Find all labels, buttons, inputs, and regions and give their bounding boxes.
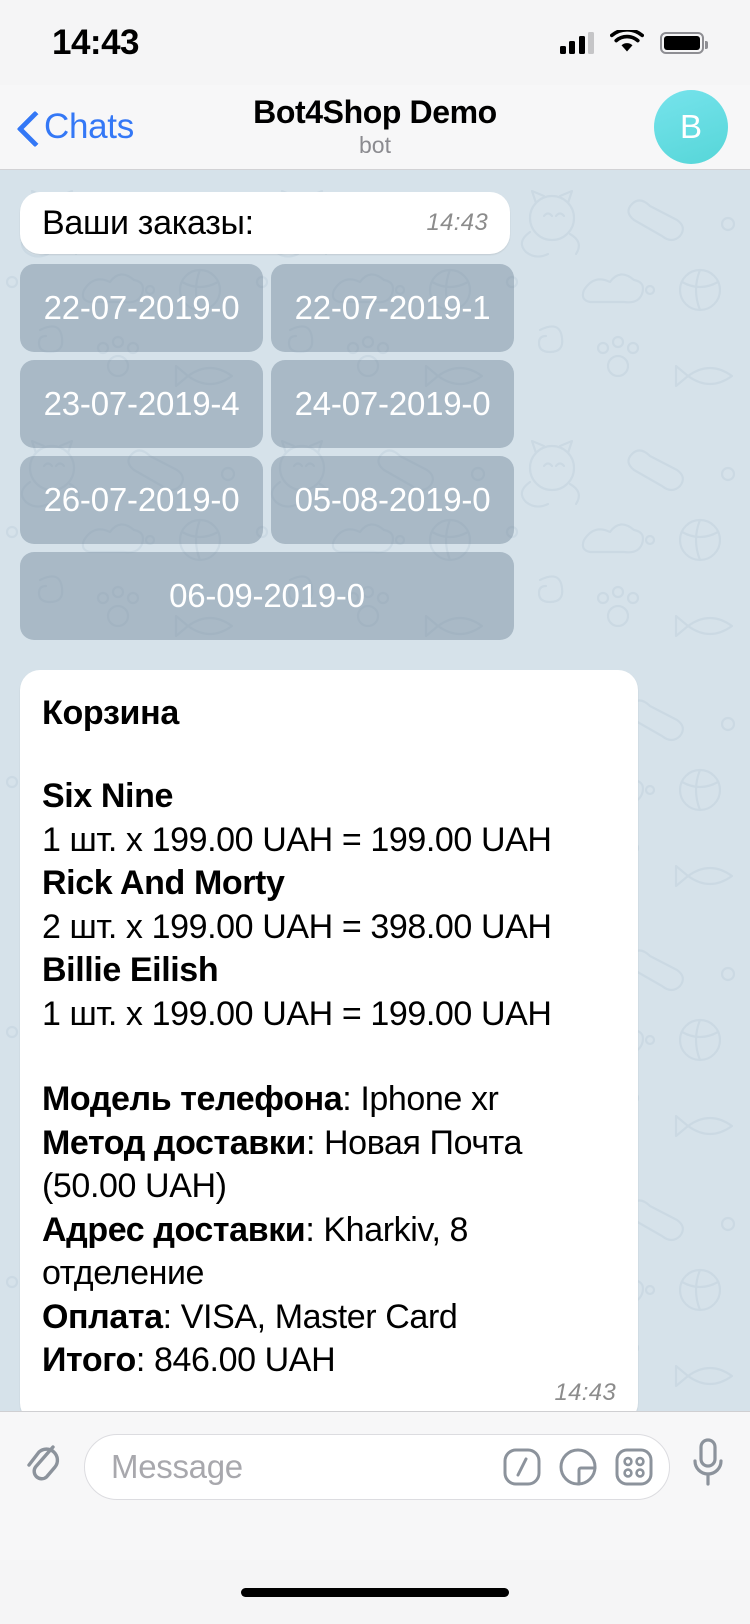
cart-total-label: Итого: [42, 1341, 136, 1380]
message-input-field[interactable]: Message: [84, 1434, 670, 1500]
message-input-placeholder: Message: [111, 1448, 243, 1485]
cart-item: Rick And Morty 2 шт. x 199.00 UAH = 398.…: [42, 862, 616, 949]
page-title: Bot4Shop Demo: [253, 94, 497, 131]
order-button[interactable]: 22-07-2019-0: [20, 264, 263, 352]
cart-detail-value: VISA, Master Card: [180, 1297, 458, 1336]
cart-item: Billie Eilish 1 шт. x 199.00 UAH = 199.0…: [42, 949, 616, 1036]
cart-detail-row: Оплата: VISA, Master Card: [42, 1297, 458, 1336]
cart-detail-row: Адрес доставки: Kharkiv, 8 отделение: [42, 1210, 469, 1293]
cart-detail-row: Модель телефона: Iphone xr: [42, 1080, 499, 1119]
inline-keyboard: 22-07-2019-0 22-07-2019-1 23-07-2019-4 2…: [20, 264, 514, 640]
status-bar-clock: 14:43: [52, 22, 140, 62]
status-bar-indicators: [559, 30, 708, 55]
chevron-left-icon: [18, 110, 38, 144]
chat-scroll-area[interactable]: Ваши заказы: 14:43 22-07-2019-0 22-07-20…: [0, 170, 750, 1411]
chat-header: Chats Bot4Shop Demo bot B: [0, 85, 750, 170]
order-button[interactable]: 24-07-2019-0: [271, 360, 514, 448]
cart-detail-label: Оплата: [42, 1297, 163, 1336]
message-bubble-orders: Ваши заказы: 14:43: [20, 192, 510, 254]
cart-item-line: 1 шт. x 199.00 UAH = 199.00 UAH: [42, 994, 552, 1033]
cart-item-line: 1 шт. x 199.00 UAH = 199.00 UAH: [42, 820, 552, 859]
cart-item-name: Billie Eilish: [42, 951, 219, 990]
avatar[interactable]: B: [654, 90, 728, 164]
sticker-icon[interactable]: [557, 1446, 599, 1488]
cart-item-name: Six Nine: [42, 777, 173, 815]
order-button[interactable]: 26-07-2019-0: [20, 456, 263, 544]
back-button-label: Chats: [44, 107, 134, 146]
home-indicator[interactable]: [241, 1587, 509, 1597]
cart-total-value: 846.00 UAH: [154, 1341, 336, 1380]
cart-item-line: 2 шт. x 199.00 UAH = 398.00 UAH: [42, 907, 552, 946]
cart-item-name: Rick And Morty: [42, 864, 285, 903]
message-timestamp: 14:43: [554, 1378, 616, 1406]
cart-detail-label: Адрес доставки: [42, 1210, 306, 1249]
home-indicator-area: [0, 1560, 750, 1624]
chat-subtitle: bot: [359, 132, 391, 159]
cart-detail-label: Метод доставки: [42, 1123, 306, 1162]
cart-detail-value: Iphone xr: [360, 1080, 499, 1119]
cart-item: Six Nine 1 шт. x 199.00 UAH = 199.00 UAH: [42, 775, 616, 862]
status-bar: 14:43: [0, 0, 750, 85]
order-button[interactable]: 06-09-2019-0: [20, 552, 514, 640]
message-input-bar: Message: [0, 1411, 750, 1560]
back-to-chats-button[interactable]: Chats: [18, 107, 134, 147]
avatar-initial: B: [679, 108, 702, 145]
cart-detail-label: Модель телефона: [42, 1080, 343, 1119]
order-button[interactable]: 22-07-2019-1: [271, 264, 514, 352]
wifi-icon: [610, 30, 644, 52]
slash-command-icon[interactable]: [501, 1446, 543, 1488]
order-button[interactable]: 23-07-2019-4: [20, 360, 263, 448]
microphone-icon[interactable]: [688, 1434, 728, 1494]
message-bubble-cart: Корзина Six Nine 1 шт. x 199.00 UAH = 19…: [20, 670, 638, 1411]
order-button[interactable]: 05-08-2019-0: [271, 456, 514, 544]
cart-title: Корзина: [42, 694, 179, 732]
paperclip-icon[interactable]: [22, 1434, 66, 1490]
cart-total-row: Итого: 846.00 UAH: [42, 1341, 336, 1380]
signal-bars-icon: [559, 31, 594, 54]
message-timestamp: 14:43: [426, 209, 488, 236]
bot-keyboard-icon[interactable]: [613, 1446, 655, 1488]
telegram-chat-screen: 14:43 Chats Bot4Shop Demo bot B Ваши зак…: [0, 0, 750, 1624]
battery-full-icon: [660, 31, 708, 54]
cart-detail-row: Метод доставки: Новая Почта (50.00 UAH): [42, 1123, 522, 1206]
message-text: Ваши заказы:: [42, 203, 254, 242]
